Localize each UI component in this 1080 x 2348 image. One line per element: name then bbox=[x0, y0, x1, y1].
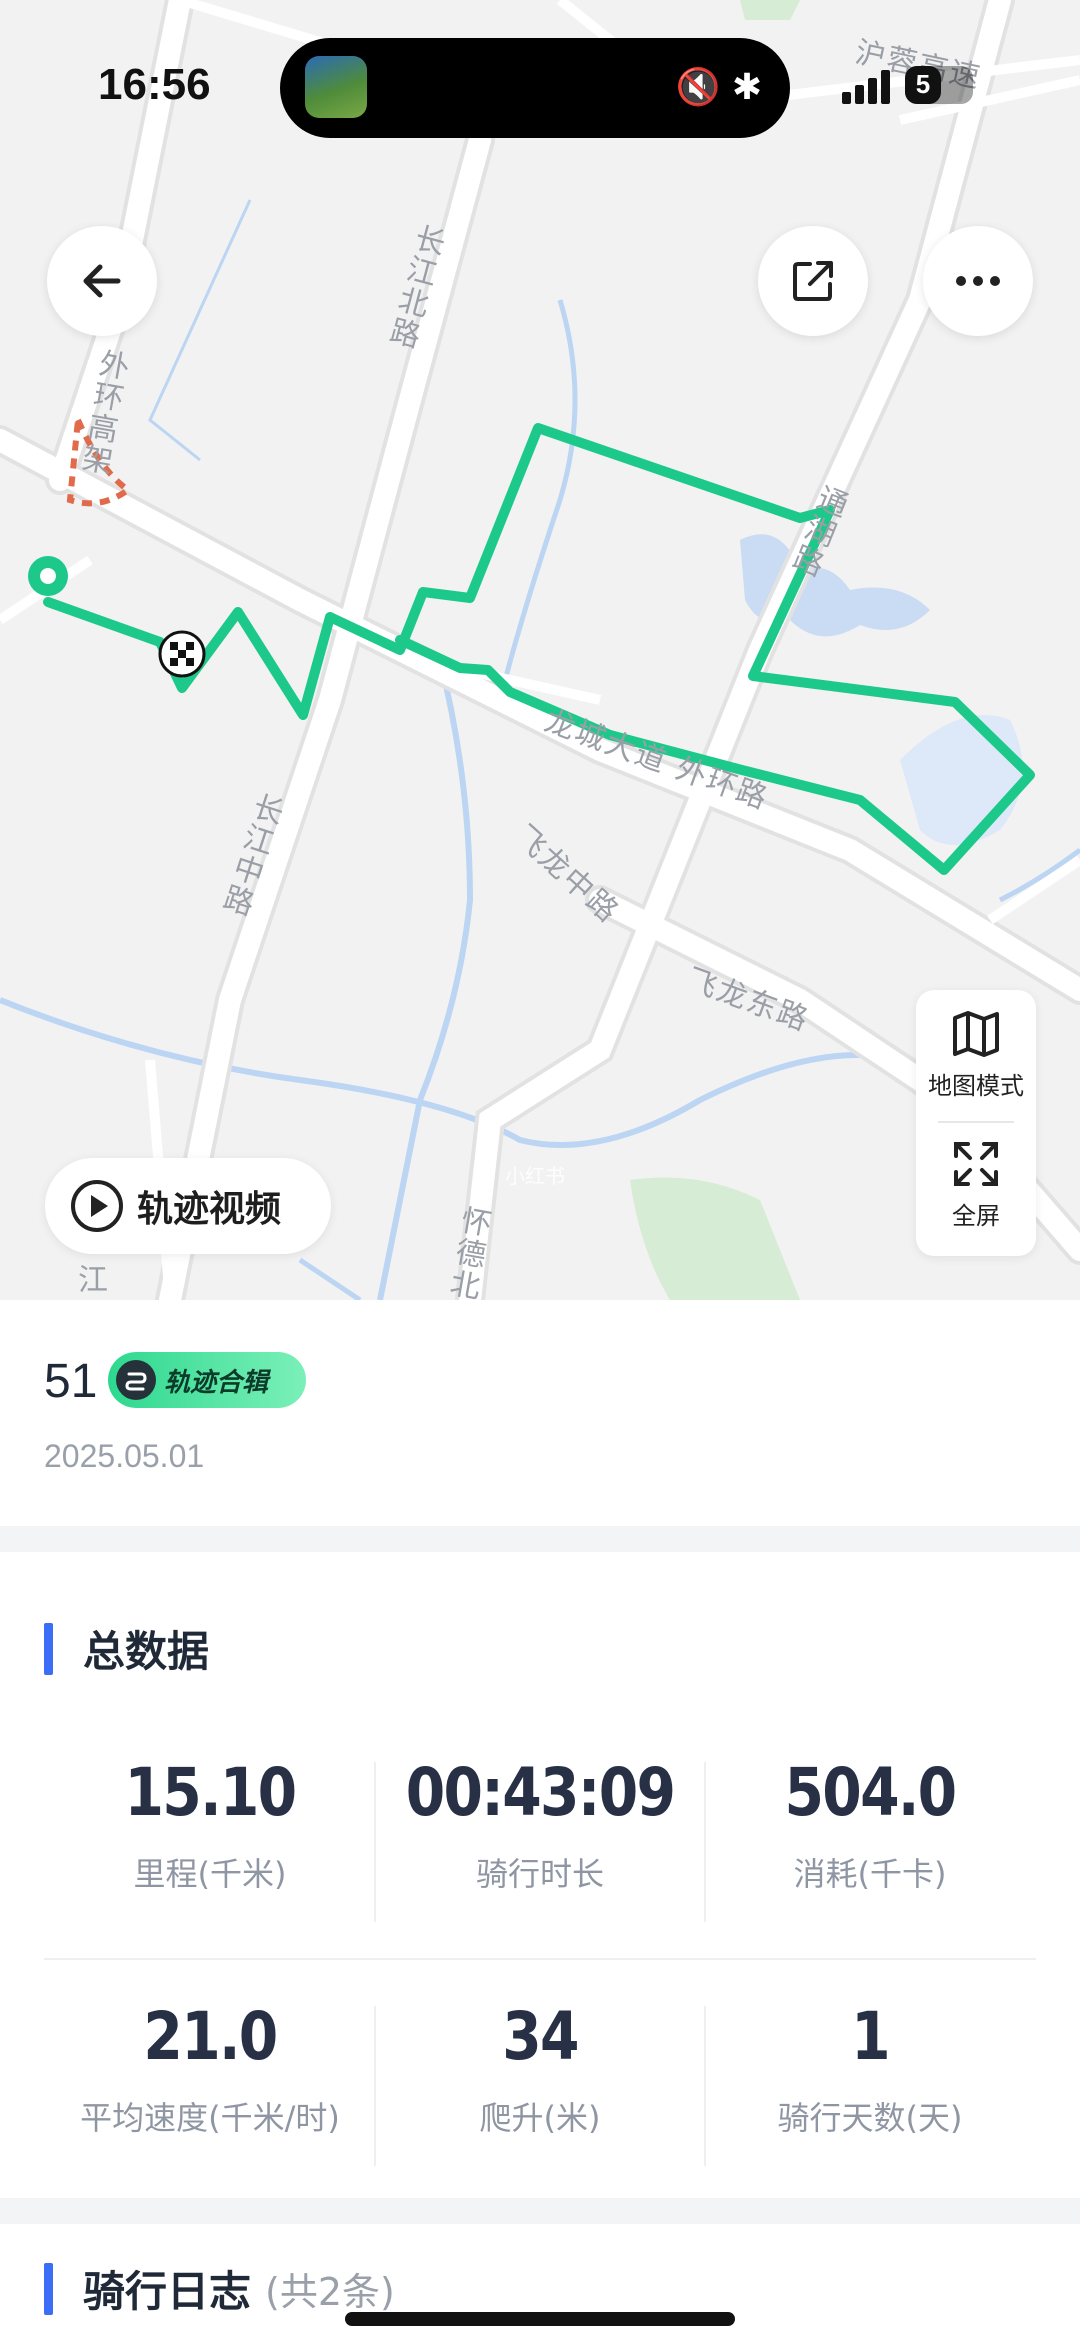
stat-divider bbox=[374, 2006, 376, 2166]
share-button[interactable] bbox=[758, 226, 868, 336]
route-map[interactable]: 沪蓉高速 长江北路 外环高架 通湖路 龙城大道 外环路 长江中路 飞龙中路 飞龙… bbox=[0, 0, 1080, 1300]
stat-label: 爬升(米) bbox=[479, 2099, 601, 2137]
watermark: 小红书 bbox=[505, 1164, 565, 1188]
stat-divider bbox=[704, 2006, 706, 2166]
track-collection-badge[interactable]: 轨迹合辑 bbox=[108, 1352, 306, 1408]
ride-info-card: 51 轨迹合辑 2025.05.01 bbox=[0, 1300, 1080, 1526]
stats-section-title: 总数据 bbox=[44, 1618, 209, 1679]
ride-date: 2025.05.01 bbox=[44, 1438, 205, 1474]
map-mode-button[interactable]: 地图模式 bbox=[916, 1010, 1036, 1101]
mute-bluetooth-icons: 🔇 ✱ bbox=[675, 67, 762, 108]
total-stats-card: 总数据 15.10 里程(千米) 00:43:09 骑行时长 504.0 消耗(… bbox=[0, 1552, 1080, 2198]
battery-level: 5 bbox=[915, 69, 931, 99]
fullscreen-label: 全屏 bbox=[952, 1202, 1000, 1230]
stat-label: 里程(千米) bbox=[133, 1855, 287, 1893]
ride-log-card[interactable]: 骑行日志 (共2条) bbox=[0, 2224, 1080, 2348]
green-area bbox=[630, 1177, 800, 1300]
log-title: 骑行日志 bbox=[83, 2267, 252, 2316]
stat-duration: 00:43:09 骑行时长 bbox=[375, 1754, 705, 1895]
dynamic-island[interactable]: 🔇 ✱ bbox=[280, 38, 790, 138]
fullscreen-icon bbox=[954, 1142, 998, 1186]
back-button[interactable] bbox=[47, 226, 157, 336]
status-time: 16:56 bbox=[98, 60, 211, 109]
arrow-left-icon bbox=[83, 264, 121, 298]
stat-value: 00:43:09 bbox=[405, 1754, 676, 1831]
stat-value: 15.10 bbox=[124, 1754, 298, 1831]
log-section-title: 骑行日志 (共2条) bbox=[44, 2258, 395, 2319]
share-icon bbox=[793, 261, 833, 301]
home-indicator[interactable] bbox=[345, 2312, 735, 2326]
more-button[interactable] bbox=[923, 226, 1033, 336]
canal bbox=[148, 199, 252, 462]
map-control-panel: 地图模式 全屏 bbox=[916, 990, 1036, 1256]
stat-label: 平均速度(千米/时) bbox=[80, 2099, 340, 2137]
battery-icon: 5 bbox=[905, 66, 973, 104]
road-label-jiang: 江 bbox=[78, 1263, 110, 1298]
stat-ride-days: 1 骑行天数(天) bbox=[705, 1998, 1035, 2139]
fullscreen-button[interactable]: 全屏 bbox=[916, 1140, 1036, 1231]
stat-calories: 504.0 消耗(千卡) bbox=[705, 1754, 1035, 1895]
track-video-label: 轨迹视频 bbox=[137, 1189, 282, 1230]
track-video-button[interactable]: 轨迹视频 bbox=[45, 1158, 331, 1254]
play-circle-icon bbox=[71, 1180, 123, 1232]
stat-divider bbox=[704, 1762, 706, 1922]
ride-number: 51 bbox=[44, 1355, 98, 1408]
stat-avg-speed: 21.0 平均速度(千米/时) bbox=[45, 1998, 375, 2139]
badge-label: 轨迹合辑 bbox=[164, 1367, 269, 1398]
section-accent-bar bbox=[44, 2262, 53, 2315]
pond-area bbox=[900, 715, 1023, 845]
stat-value: 504.0 bbox=[784, 1754, 958, 1831]
panel-divider bbox=[938, 1121, 1014, 1123]
now-playing-thumbnail bbox=[305, 56, 367, 118]
log-count: (共2条) bbox=[265, 2270, 395, 2314]
cellular-signal-icon bbox=[842, 70, 894, 104]
status-bar: 16:56 🔇 ✱ 5 bbox=[0, 0, 1080, 170]
stat-label: 骑行时长 bbox=[475, 1855, 604, 1893]
route-icon bbox=[116, 1360, 156, 1400]
stat-value: 1 bbox=[851, 1998, 891, 2075]
stat-divider bbox=[374, 1762, 376, 1922]
stat-climb: 34 爬升(米) bbox=[375, 1998, 705, 2139]
map-icon bbox=[953, 1011, 999, 1057]
stats-title: 总数据 bbox=[83, 1627, 210, 1676]
stat-distance: 15.10 里程(千米) bbox=[45, 1754, 375, 1895]
stat-label: 消耗(千卡) bbox=[793, 1855, 947, 1893]
stat-value: 21.0 bbox=[143, 1998, 278, 2075]
more-dots-icon bbox=[956, 276, 1000, 286]
stat-value: 34 bbox=[502, 1998, 579, 2075]
stat-label: 骑行天数(天) bbox=[777, 2099, 963, 2137]
map-mode-label: 地图模式 bbox=[928, 1072, 1024, 1100]
section-accent-bar bbox=[44, 1622, 53, 1675]
stat-row-divider bbox=[44, 1958, 1036, 1960]
finish-marker bbox=[158, 630, 206, 678]
